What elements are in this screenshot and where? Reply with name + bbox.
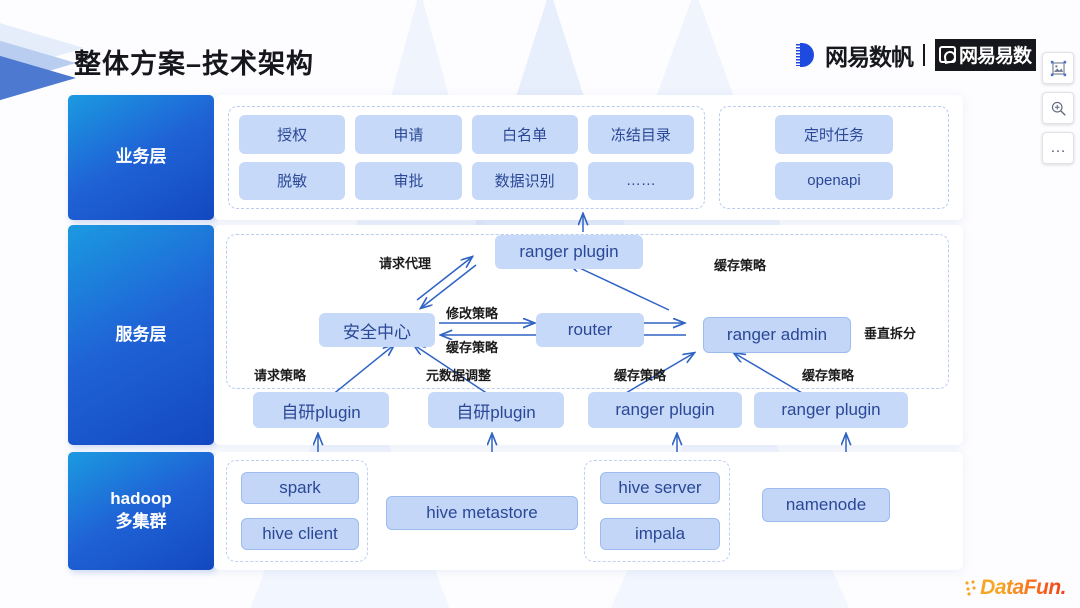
- node-security-center[interactable]: 安全中心: [319, 313, 435, 347]
- crop-image-button[interactable]: [1042, 52, 1074, 84]
- node-plugin[interactable]: 自研plugin: [428, 392, 564, 428]
- logo-secondary-text: 网易易数: [958, 46, 1032, 67]
- layer-service: 服务层 ranger plugin 安全中心 router ranger adm…: [68, 225, 963, 445]
- edge-label-modify-policy: 修改策略: [446, 306, 499, 321]
- node-hive-client[interactable]: hive client: [229, 506, 359, 550]
- node-hive-metastore[interactable]: hive metastore: [374, 484, 578, 530]
- edge-label-cache-policy: 缓存策略: [614, 368, 667, 383]
- business-chip[interactable]: openapi: [775, 161, 893, 200]
- business-chip[interactable]: 定时任务: [775, 115, 893, 154]
- layer-business-tag: 业务层: [68, 95, 214, 220]
- layer-business-body: 授权 申请 白名单 冻结目录 脱敏 审批 数据识别 …… 定时任务 openap…: [214, 95, 963, 220]
- layer-business: 业务层 授权 申请 白名单 冻结目录 脱敏 审批 数据识别 …… 定时任务 op…: [68, 95, 963, 220]
- business-chip[interactable]: 数据识别: [471, 161, 578, 200]
- edge-label-cache-policy: 缓存策略: [802, 368, 855, 383]
- business-chip[interactable]: 脱敏: [239, 161, 346, 200]
- node-namenode[interactable]: namenode: [750, 476, 890, 522]
- node-impala[interactable]: impala: [588, 506, 720, 550]
- page-title: 整体方案–技术架构: [74, 49, 315, 79]
- zoom-in-button[interactable]: [1042, 92, 1074, 124]
- logo-d-glyph-icon: [938, 46, 956, 63]
- layer-hadoop-tag-line1: hadoop: [110, 489, 172, 509]
- business-chip[interactable]: 冻结目录: [587, 115, 694, 154]
- datafun-watermark: DataFun.: [965, 576, 1066, 600]
- slide-canvas: 整体方案–技术架构 网易数帆 网易易数 … 业务层 授权 申请 白名单 冻结目录…: [0, 0, 1080, 608]
- edge-label-request-proxy: 请求代理: [379, 256, 432, 271]
- datafun-watermark-text: DataFun.: [980, 576, 1066, 599]
- node-router[interactable]: router: [536, 313, 644, 347]
- more-options-button[interactable]: …: [1042, 132, 1074, 164]
- business-chip[interactable]: 申请: [355, 115, 462, 154]
- logo-secondary-badge: 网易易数: [934, 39, 1036, 71]
- node-plugin[interactable]: ranger plugin: [588, 392, 742, 428]
- business-group-core: 授权 申请 白名单 冻结目录 脱敏 审批 数据识别 ……: [228, 106, 705, 209]
- business-chip[interactable]: 审批: [355, 161, 462, 200]
- netease-logo-icon: [795, 43, 818, 67]
- edge-label-vertical-split: 垂直拆分: [864, 326, 917, 341]
- layer-hadoop-tag-line2: 多集群: [115, 512, 167, 531]
- edge-label-metadata-adjust: 元数据调整: [426, 368, 492, 383]
- logo-divider: [922, 44, 925, 66]
- layer-hadoop-tag: hadoop 多集群: [68, 452, 214, 570]
- node-ranger-admin[interactable]: ranger admin: [691, 305, 851, 353]
- floating-toolbar: …: [1042, 52, 1074, 164]
- logo-primary-text: 网易数帆: [824, 44, 914, 70]
- datafun-dots-icon: [965, 580, 980, 596]
- business-group-integration: 定时任务 openapi: [719, 106, 949, 209]
- layer-service-body: ranger plugin 安全中心 router ranger admin 请…: [214, 225, 963, 445]
- layer-service-tag: 服务层: [68, 225, 214, 445]
- brand-logo: 网易数帆 网易易数: [795, 38, 1036, 72]
- business-chip[interactable]: 白名单: [471, 115, 578, 154]
- layer-hadoop-body: spark hive client hive metastore hive se…: [214, 452, 963, 570]
- node-spark[interactable]: spark: [229, 460, 359, 504]
- node-plugin[interactable]: 自研plugin: [253, 392, 389, 428]
- node-plugin[interactable]: ranger plugin: [754, 392, 908, 428]
- business-chip[interactable]: ……: [587, 161, 694, 200]
- business-chip[interactable]: 授权: [239, 115, 346, 154]
- edge-label-request-policy: 请求策略: [254, 368, 307, 383]
- node-hive-server[interactable]: hive server: [588, 460, 720, 504]
- edge-label-cache-policy: 缓存策略: [714, 258, 767, 273]
- node-ranger-plugin-top[interactable]: ranger plugin: [495, 235, 643, 269]
- layer-hadoop: hadoop 多集群 spark hive client hive metast…: [68, 452, 963, 570]
- edge-label-cache-policy: 缓存策略: [446, 340, 499, 355]
- chevron-decoration-icon: [0, 50, 76, 106]
